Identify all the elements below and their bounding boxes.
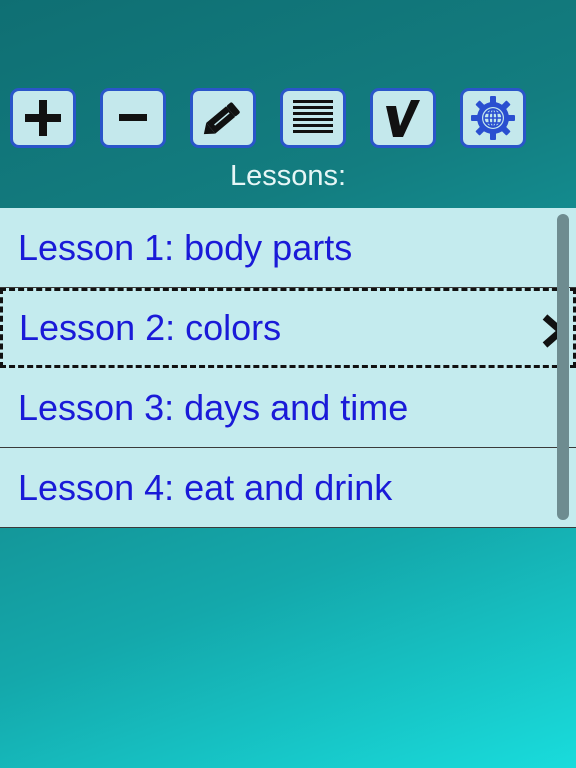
gear-globe-icon (471, 96, 515, 140)
lesson-list[interactable]: Lesson 1: body parts Lesson 2: colors Le… (0, 208, 576, 528)
lesson-item-2[interactable]: Lesson 2: colors (0, 288, 576, 368)
edit-button[interactable] (190, 88, 256, 148)
lesson-title: Lesson 1: body parts (18, 227, 353, 268)
lines-icon (293, 100, 333, 133)
lesson-item-4[interactable]: Lesson 4: eat and drink (0, 448, 576, 528)
plus-icon (25, 100, 61, 136)
lesson-item-3[interactable]: Lesson 3: days and time (0, 368, 576, 448)
scrollbar[interactable] (557, 214, 569, 520)
remove-button[interactable] (100, 88, 166, 148)
lesson-title: Lesson 3: days and time (18, 387, 409, 428)
toolbar (0, 88, 576, 152)
lesson-title: Lesson 2: colors (19, 307, 282, 348)
lessons-heading: Lessons: (229, 160, 347, 192)
list-button[interactable] (280, 88, 346, 148)
add-button[interactable] (10, 88, 76, 148)
check-button[interactable] (370, 88, 436, 148)
lesson-title: Lesson 4: eat and drink (18, 467, 393, 508)
pencil-icon (203, 102, 240, 135)
lesson-item-1[interactable]: Lesson 1: body parts (0, 208, 576, 288)
minus-icon (119, 114, 147, 121)
checkmark-icon (386, 100, 420, 137)
settings-button[interactable] (460, 88, 526, 148)
